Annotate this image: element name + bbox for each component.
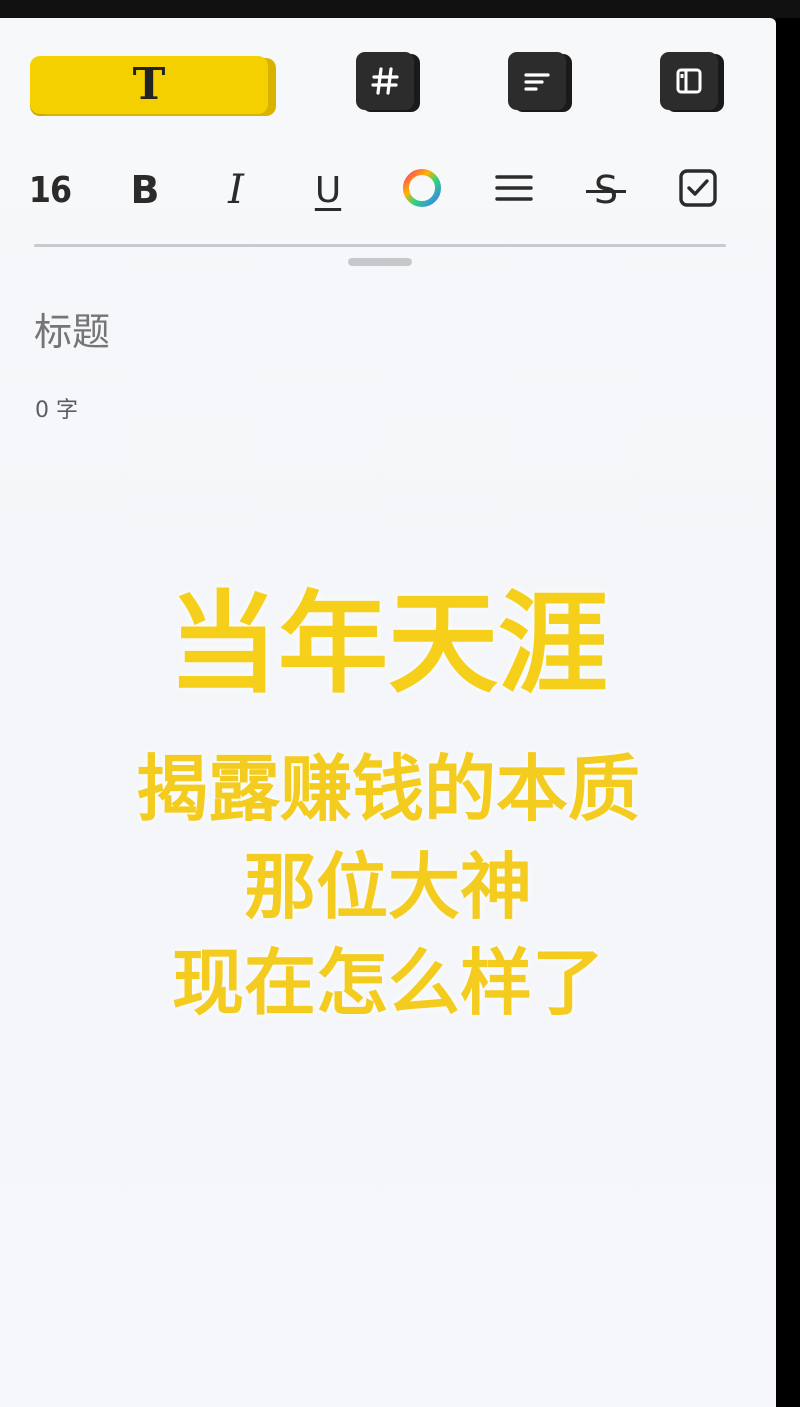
panel-button[interactable]: [660, 52, 718, 110]
font-size-button[interactable]: 16: [24, 158, 77, 222]
list-button[interactable]: [508, 52, 566, 110]
device-right-bezel: [776, 18, 800, 1407]
hashtag-icon: [370, 66, 400, 96]
list-lines-icon: [522, 66, 552, 96]
overlay-line-3: 现在怎么样了: [171, 941, 604, 1025]
color-wheel-icon: [400, 166, 444, 214]
underline-button[interactable]: U: [298, 158, 358, 222]
text-style-button[interactable]: T: [30, 56, 268, 114]
checklist-button[interactable]: [668, 158, 728, 222]
overlay-headline: 当年天涯: [168, 580, 608, 708]
text-t-icon: T: [132, 59, 166, 110]
drag-handle[interactable]: [348, 258, 412, 266]
toolbar-divider: [34, 244, 726, 247]
device-frame: T 16 B I U S 标题 0 字 当年天涯 揭露赚钱的本质 那位大神 现在…: [0, 0, 800, 1407]
text-color-button[interactable]: [392, 158, 452, 222]
bold-button[interactable]: B: [115, 158, 175, 222]
hashtag-button[interactable]: [356, 52, 414, 110]
format-bar: 16 B I U S: [20, 158, 740, 228]
title-input[interactable]: [34, 310, 634, 354]
align-lines-icon: [494, 170, 534, 210]
columns-panel-icon: [674, 66, 704, 96]
word-count: 0 字: [35, 398, 78, 423]
overlay-line-2: 那位大神: [243, 845, 532, 929]
overlay-line-1: 揭露赚钱的本质: [135, 747, 640, 831]
strike-line: [585, 190, 627, 193]
italic-button[interactable]: I: [206, 158, 266, 222]
note-editor-screen: T 16 B I U S 标题 0 字 当年天涯 揭露赚钱的本质 那位大神 现在…: [0, 18, 776, 1407]
strikethrough-glyph: S: [585, 168, 627, 212]
strikethrough-button[interactable]: S: [576, 158, 636, 222]
align-button[interactable]: [484, 158, 544, 222]
checkbox-icon: [678, 168, 718, 212]
device-top-bezel: [0, 0, 800, 18]
style-toolbar: T: [30, 52, 730, 122]
